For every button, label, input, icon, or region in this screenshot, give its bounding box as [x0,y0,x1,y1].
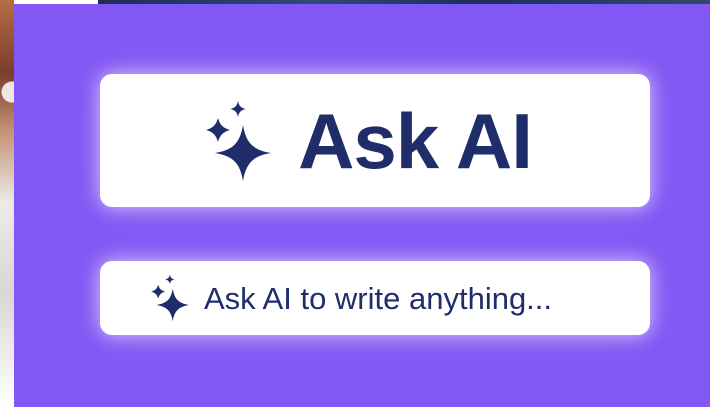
ask-ai-label: Ask AI [298,96,533,185]
sparkles-icon [204,100,276,181]
background-photo-edge [0,0,14,407]
ask-ai-write-label: Ask AI to write anything... [203,280,553,316]
sparkles-icon [150,274,192,322]
ask-ai-screen: Ask AI Ask AI to write anything... [0,0,710,407]
ask-ai-panel: Ask AI Ask AI to write anything... [14,4,710,407]
ask-ai-write-button[interactable]: Ask AI to write anything... [100,261,650,335]
ask-ai-button[interactable]: Ask AI [100,74,650,207]
